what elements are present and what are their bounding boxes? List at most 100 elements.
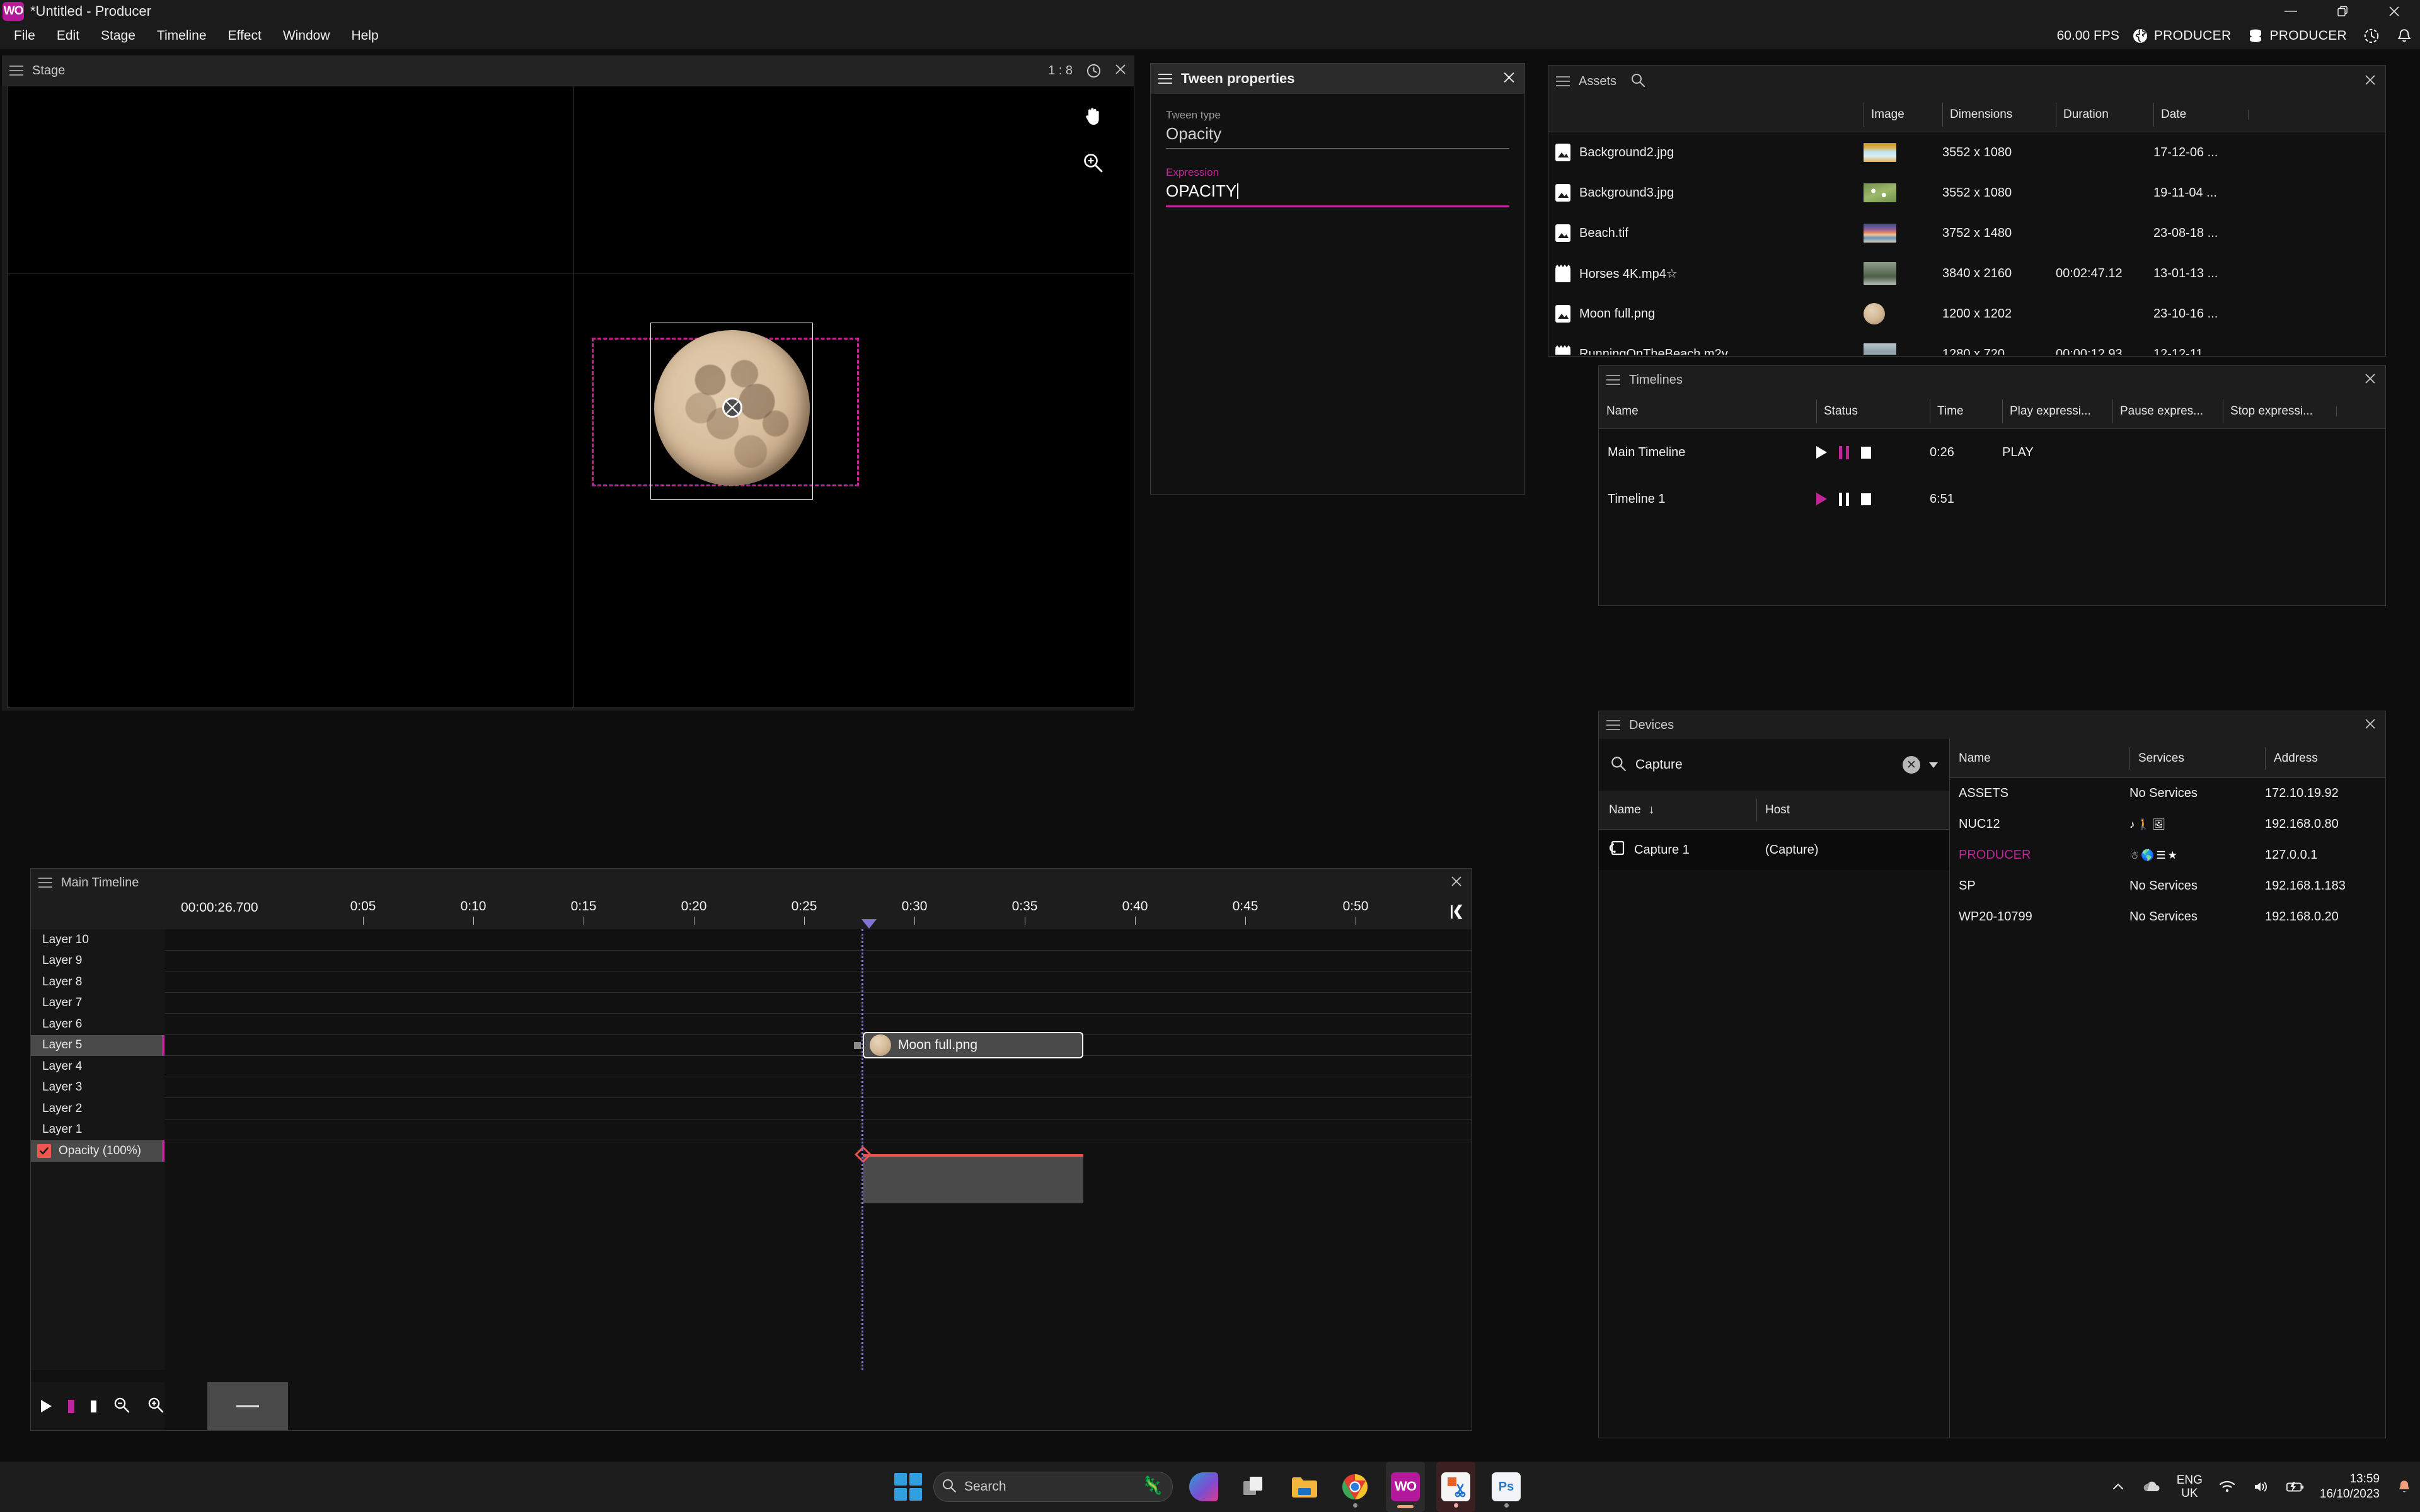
table-row[interactable]: RunningOnTheBeach.m2v 1280 x 720 00:00:1… [1548,334,2385,355]
taskbar-app-task-view[interactable] [1235,1462,1274,1512]
timelines-col-name[interactable]: Name [1599,404,1816,418]
timeline-clip-moon[interactable]: Moon full.png [854,1032,1083,1058]
track-row[interactable] [164,951,1472,971]
devr-col-address[interactable]: Address [2265,747,2385,770]
playhead-handle[interactable] [861,919,877,929]
devices-search-input[interactable]: Capture [1635,757,1894,772]
track-row[interactable] [164,1077,1472,1098]
timelines-col-pause[interactable]: Pause expres... [2112,399,2223,423]
dragon-widget-icon[interactable]: 🦎 [1141,1475,1163,1496]
layer-row-8[interactable]: Layer 8 [31,971,164,993]
chevron-up-icon[interactable] [2109,1477,2128,1496]
taskbar-app-photoshop[interactable]: Ps [1487,1462,1526,1512]
clear-icon[interactable]: ✕ [1903,756,1920,774]
layer-row-4[interactable]: Layer 4 [31,1056,164,1077]
timeline-ruler[interactable]: 00:00:26.700 0:05 0:10 0:15 0:20 0:25 0:… [31,896,1472,929]
devices-menu-icon[interactable] [1606,720,1620,730]
assets-col-duration[interactable]: Duration [2056,102,2153,127]
devices-search-row[interactable]: Capture ✕ [1599,739,1949,791]
taskbar-app-chrome[interactable] [1335,1462,1374,1512]
tween-menu-icon[interactable] [1158,74,1172,84]
main-timeline-menu-icon[interactable] [38,878,52,888]
clip-handle[interactable] [854,1042,861,1049]
assets-menu-icon[interactable] [1556,76,1570,86]
play-icon[interactable] [41,1400,52,1412]
table-row[interactable]: Main Timeline 0:26 PLAY [1599,429,2385,476]
taskbar-app-producer[interactable]: WO [1386,1462,1425,1512]
layer-row-7[interactable]: Layer 7 [31,993,164,1014]
devr-col-name[interactable]: Name [1950,752,2129,765]
stage-menu-icon[interactable] [9,66,23,76]
playhead-line[interactable] [861,929,863,1370]
pause-icon[interactable] [68,1399,74,1413]
devices-col-name[interactable]: Name ↓ [1599,803,1756,817]
anchor-point-handle[interactable] [722,398,742,418]
cloud-icon[interactable] [2143,1477,2162,1496]
assets-col-date[interactable]: Date [2153,102,2248,127]
tween-row-opacity[interactable]: Opacity (100%) [31,1140,164,1162]
taskbar-app-edge-preview[interactable] [1184,1462,1223,1512]
assets-col-dimensions[interactable]: Dimensions [1942,102,2056,127]
taskbar-app-file-explorer[interactable] [1285,1462,1324,1512]
timelines-menu-icon[interactable] [1606,375,1620,385]
list-item[interactable]: Capture 1 (Capture) [1599,830,1949,870]
windows-start-icon[interactable] [894,1473,922,1501]
stop-icon[interactable] [1861,493,1871,505]
tween-expression-field[interactable]: Expression OPACITY [1166,166,1509,207]
timelines-col-play[interactable]: Play expressi... [2002,399,2112,423]
timelines-col-stop[interactable]: Stop expressi... [2223,399,2336,423]
timeline-tracks[interactable]: Moon full.png [164,929,1472,1370]
layer-row-5[interactable]: Layer 5 [31,1034,164,1056]
menu-timeline[interactable]: Timeline [146,23,217,49]
layer-row-10[interactable]: Layer 10 [31,929,164,951]
track-row[interactable] [164,1098,1472,1120]
pause-icon[interactable] [1839,492,1849,506]
taskbar-search-box[interactable]: Search 🦎 [933,1472,1173,1502]
timer-icon[interactable] [1085,62,1102,79]
opacity-checkbox[interactable] [37,1143,51,1158]
main-timeline-close-icon[interactable] [1450,875,1463,890]
table-row[interactable]: NUC12 ♪ 🚶 🖼 192.168.0.80 [1950,809,2385,840]
track-row[interactable] [164,1014,1472,1035]
layer-row-1[interactable]: Layer 1 [31,1120,164,1141]
track-row[interactable] [164,1120,1472,1140]
table-row[interactable]: Beach.tif 3752 x 1480 23-08-18 ... [1548,213,2385,253]
devr-col-services[interactable]: Services [2129,747,2265,770]
tween-close-icon[interactable] [1502,71,1516,87]
timeline-play-expression-cell[interactable]: PLAY [2002,445,2112,460]
menu-file[interactable]: File [3,23,46,49]
skip-to-start-icon[interactable]: |❮ [1449,903,1464,919]
tween-expression-input[interactable]: OPACITY [1166,181,1509,207]
volume-icon[interactable] [2252,1477,2271,1496]
devices-close-icon[interactable] [2364,718,2377,733]
database-producer-chip[interactable]: PRODUCER [2247,28,2347,44]
timelines-col-time[interactable]: Time [1930,399,2002,423]
menu-edit[interactable]: Edit [46,23,90,49]
assets-col-image[interactable]: Image [1864,102,1942,127]
menu-window[interactable]: Window [272,23,341,49]
layer-row-3[interactable]: Layer 3 [31,1077,164,1099]
clock-history-icon[interactable] [2363,28,2380,44]
assets-list[interactable]: Background2.jpg 3552 x 1080 17-12-06 ...… [1548,132,2385,355]
battery-charging-icon[interactable] [2286,1477,2305,1496]
tween-type-field[interactable]: Tween type Opacity [1166,109,1509,149]
devices-col-host[interactable]: Host [1756,798,1949,822]
hand-icon[interactable] [1081,104,1105,131]
table-row[interactable]: SP No Services 192.168.1.183 [1950,871,2385,902]
table-row[interactable]: Moon full.png 1200 x 1202 23-10-16 ... [1548,294,2385,334]
restore-button[interactable] [2317,0,2368,23]
taskbar-app-snipping-tool[interactable] [1436,1462,1475,1512]
menu-effect[interactable]: Effect [217,23,272,49]
layer-row-9[interactable]: Layer 9 [31,951,164,972]
track-row[interactable] [164,929,1472,951]
table-row[interactable]: Horses 4K.mp4☆ 3840 x 2160 00:02:47.12 1… [1548,253,2385,294]
track-row[interactable] [164,993,1472,1014]
table-row[interactable]: Background2.jpg 3552 x 1080 17-12-06 ... [1548,132,2385,173]
minimize-button[interactable] [2265,0,2317,23]
chevron-down-icon[interactable] [1929,762,1938,768]
opacity-tween-bar[interactable] [863,1154,1083,1203]
table-row[interactable]: ASSETS No Services 172.10.19.92 [1950,778,2385,809]
table-row[interactable]: Timeline 1 6:51 [1599,476,2385,522]
bell-icon[interactable] [2395,1477,2414,1496]
timeline-horizontal-scrollbar[interactable] [164,1382,1472,1430]
